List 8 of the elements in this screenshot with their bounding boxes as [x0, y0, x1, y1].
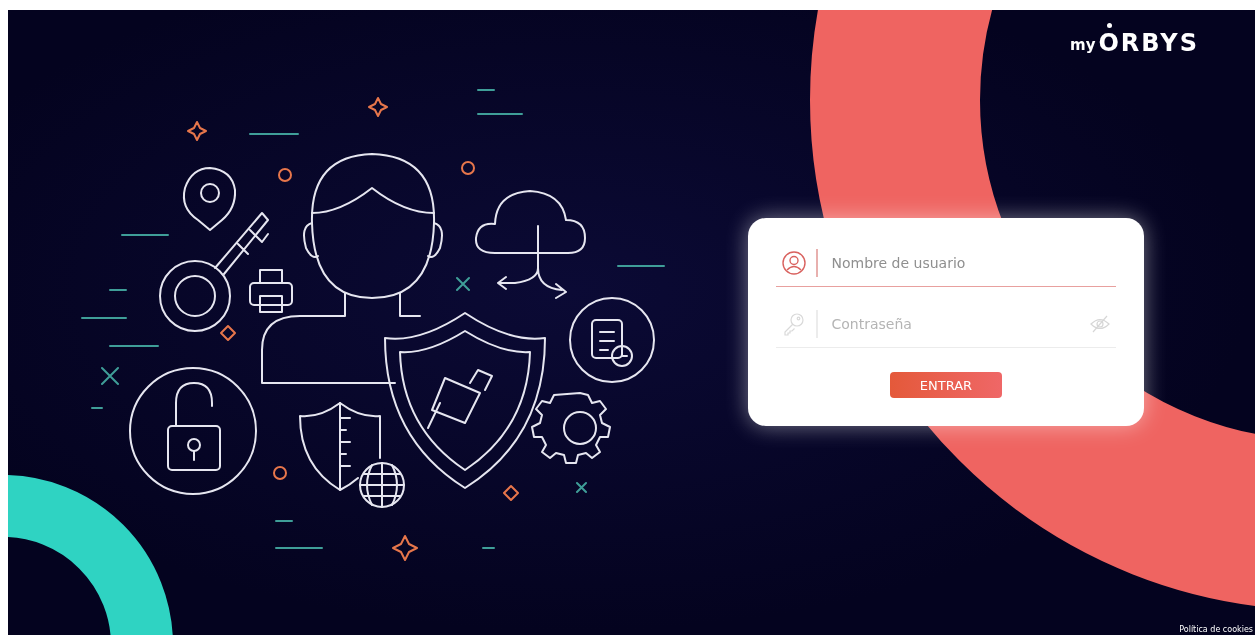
key-icon — [782, 312, 806, 336]
username-field[interactable]: Nombre de usuario — [829, 254, 1116, 272]
logo-prefix: my — [1070, 38, 1096, 56]
logo-wordmark: ORBYS — [1098, 21, 1199, 56]
password-field[interactable]: Contraseña — [829, 315, 1090, 333]
eye-hidden-icon[interactable] — [1090, 315, 1110, 333]
user-icon — [782, 251, 806, 275]
cookie-policy-link[interactable]: Política de cookies — [1179, 625, 1253, 634]
